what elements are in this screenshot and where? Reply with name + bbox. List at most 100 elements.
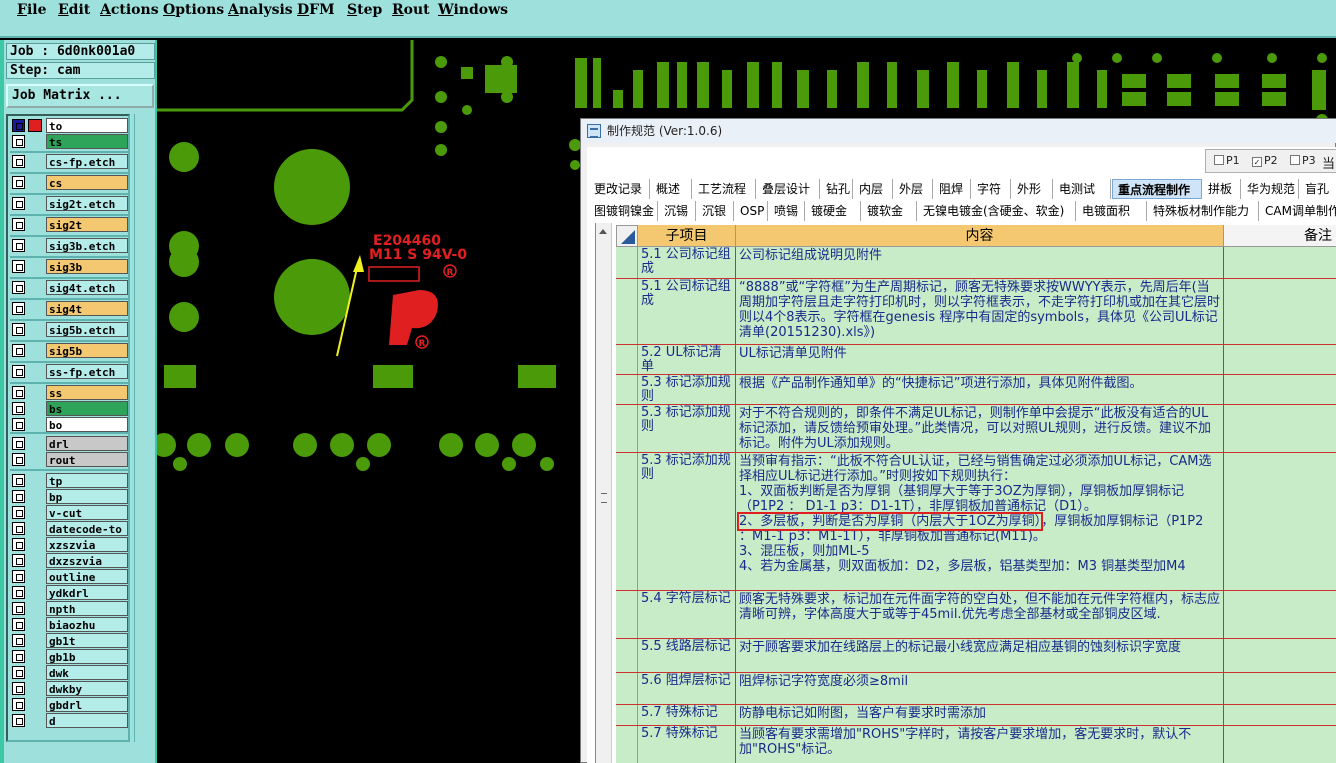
layer-checkbox[interactable] xyxy=(12,344,25,357)
layer-name[interactable]: sig3b.etch xyxy=(46,238,128,253)
layer-row[interactable]: cs-fp.etch xyxy=(10,154,128,169)
cell-remark[interactable] xyxy=(1224,405,1336,452)
layer-row[interactable]: v-cut xyxy=(10,505,128,520)
layer-checkbox[interactable] xyxy=(12,714,25,727)
layer-name[interactable]: sig4t.etch xyxy=(46,280,128,295)
layer-name[interactable]: to xyxy=(46,118,128,133)
layer-name[interactable]: ts xyxy=(46,134,128,149)
layer-row[interactable]: bp xyxy=(10,489,128,504)
layer-name[interactable]: gb1b xyxy=(46,649,128,664)
select-all-corner[interactable] xyxy=(616,225,638,247)
layer-checkbox[interactable] xyxy=(12,176,25,189)
tab-7[interactable]: 镀软金 xyxy=(862,201,917,221)
cell-content[interactable]: 当顾客有要求需增加"ROHS"字样时，请按客户要求增加，客无要求时，默认不加"R… xyxy=(736,726,1224,763)
layer-checkbox[interactable] xyxy=(12,698,25,711)
tab-2[interactable]: 概述 xyxy=(651,179,692,199)
cell-content[interactable]: 根据《产品制作通知单》的“快捷标记”项进行添加，具体见附件截图。 xyxy=(736,375,1224,404)
cell-remark[interactable] xyxy=(1224,673,1336,704)
layer-row[interactable]: sig2t.etch xyxy=(10,196,128,211)
layer-name[interactable]: bs xyxy=(46,401,128,416)
layer-name[interactable]: datecode-to xyxy=(46,521,128,536)
table-row[interactable]: 5.1 公司标记组成 “8888”或“字符框”为生产周期标记，顾客无特殊要求按WW… xyxy=(616,279,1336,345)
table-row[interactable]: 5.7 特殊标记 当顾客有要求需增加"ROHS"字样时，请按客户要求增加，客无要求… xyxy=(616,726,1336,763)
layer-row[interactable]: sig3b xyxy=(10,259,128,274)
layer-row[interactable]: sig4t.etch xyxy=(10,280,128,295)
cell-content[interactable]: UL标记清单见附件 xyxy=(736,345,1224,374)
row-header[interactable] xyxy=(616,591,638,638)
layer-checkbox[interactable] xyxy=(12,135,25,148)
cell-item[interactable]: 5.3 标记添加规则 xyxy=(638,405,736,452)
layer-checkbox[interactable] xyxy=(12,570,25,583)
layer-row[interactable]: gbdrl xyxy=(10,697,128,712)
tab-5[interactable]: 钻孔 xyxy=(821,179,853,199)
row-header[interactable] xyxy=(616,375,638,404)
layer-row[interactable]: to xyxy=(10,118,128,133)
layer-name[interactable]: biaozhu xyxy=(46,617,128,632)
column-header-item[interactable]: 子项目 xyxy=(638,225,736,247)
table-row[interactable]: 5.2 UL标记清单 UL标记清单见附件 xyxy=(616,345,1336,375)
cell-remark[interactable] xyxy=(1224,375,1336,404)
layer-row[interactable]: sig5b.etch xyxy=(10,322,128,337)
column-header-content[interactable]: 内容 xyxy=(736,225,1224,247)
layer-checkbox[interactable] xyxy=(12,323,25,336)
layer-row[interactable]: sig4t xyxy=(10,301,128,316)
tab-13[interactable]: 拼板 xyxy=(1203,179,1241,199)
cell-content[interactable]: 对于不符合规则的，即条件不满足UL标记，则制作单中会提示“此板没有适合的UL标记… xyxy=(736,405,1224,452)
menu-rout[interactable]: Rout xyxy=(392,2,430,18)
cell-item[interactable]: 5.3 标记添加规则 xyxy=(638,453,736,590)
tab-8[interactable]: 阻焊 xyxy=(934,179,971,199)
row-header[interactable] xyxy=(616,673,638,704)
cell-content[interactable]: 防静电标记如附图，当客户有要求时需添加 xyxy=(736,705,1224,725)
table-row[interactable]: 5.7 特殊标记 防静电标记如附图，当客户有要求时需添加 xyxy=(616,705,1336,726)
tab-3[interactable]: 工艺流程 xyxy=(693,179,756,199)
layer-row[interactable]: bo xyxy=(10,417,128,432)
menu-file[interactable]: File xyxy=(17,2,47,18)
layer-row[interactable]: bs xyxy=(10,401,128,416)
layer-row[interactable]: dxzszvia xyxy=(10,553,128,568)
layer-name[interactable]: sig5b.etch xyxy=(46,322,128,337)
row-header[interactable] xyxy=(616,279,638,344)
layer-name[interactable]: bp xyxy=(46,489,128,504)
layer-row[interactable]: d xyxy=(10,713,128,728)
layer-row[interactable]: gb1t xyxy=(10,633,128,648)
layer-name[interactable]: gb1t xyxy=(46,633,128,648)
layer-name[interactable]: v-cut xyxy=(46,505,128,520)
layer-color-swatch[interactable] xyxy=(28,119,42,132)
layer-name[interactable]: ss-fp.etch xyxy=(46,364,128,379)
tab-9[interactable]: 电镀面积 xyxy=(1077,201,1147,221)
layer-row[interactable]: rout xyxy=(10,452,128,467)
layer-row[interactable]: ss-fp.etch xyxy=(10,364,128,379)
cell-item[interactable]: 5.1 公司标记组成 xyxy=(638,247,736,278)
cell-item[interactable]: 5.3 标记添加规则 xyxy=(638,375,736,404)
cell-item[interactable]: 5.2 UL标记清单 xyxy=(638,345,736,374)
layer-name[interactable]: sig4t xyxy=(46,301,128,316)
cell-content[interactable]: 公司标记组成说明见附件 xyxy=(736,247,1224,278)
layer-checkbox[interactable] xyxy=(12,474,25,487)
layer-row[interactable]: tp xyxy=(10,473,128,488)
cell-remark[interactable] xyxy=(1224,639,1336,672)
cell-content[interactable]: 阻焊标记字符宽度必须≥8mil xyxy=(736,673,1224,704)
layer-checkbox[interactable] xyxy=(12,218,25,231)
table-row[interactable]: 5.1 公司标记组成 公司标记组成说明见附件 xyxy=(616,247,1336,279)
layer-name[interactable]: dwk xyxy=(46,665,128,680)
layer-name[interactable]: xzszvia xyxy=(46,537,128,552)
tab-9[interactable]: 字符 xyxy=(972,179,1011,199)
layer-list-scrollbar[interactable] xyxy=(134,114,154,742)
layer-row[interactable]: dwkby xyxy=(10,681,128,696)
layer-row[interactable]: cs xyxy=(10,175,128,190)
dialog-titlebar[interactable]: 制作规范 (Ver:1.0.6) xyxy=(581,119,1336,143)
tab-11[interactable]: CAM调单制作 xyxy=(1260,201,1336,221)
layer-checkbox[interactable] xyxy=(12,634,25,647)
layer-name[interactable]: drl xyxy=(46,436,128,451)
cell-remark[interactable] xyxy=(1224,247,1336,278)
cell-remark[interactable] xyxy=(1224,345,1336,374)
layer-row[interactable]: ss xyxy=(10,385,128,400)
layer-checkbox[interactable] xyxy=(12,365,25,378)
table-row[interactable]: 5.6 阻焊层标记 阻焊标记字符宽度必须≥8mil xyxy=(616,673,1336,705)
tab-1[interactable]: 图镀铜镍金 xyxy=(589,201,658,221)
layer-name[interactable]: tp xyxy=(46,473,128,488)
menu-edit[interactable]: Edit xyxy=(58,2,90,18)
page-p2-checkbox[interactable]: ✓ xyxy=(1252,157,1262,167)
layer-checkbox[interactable] xyxy=(12,538,25,551)
table-row[interactable]: 5.3 标记添加规则 根据《产品制作通知单》的“快捷标记”项进行添加，具体见附件截… xyxy=(616,375,1336,405)
